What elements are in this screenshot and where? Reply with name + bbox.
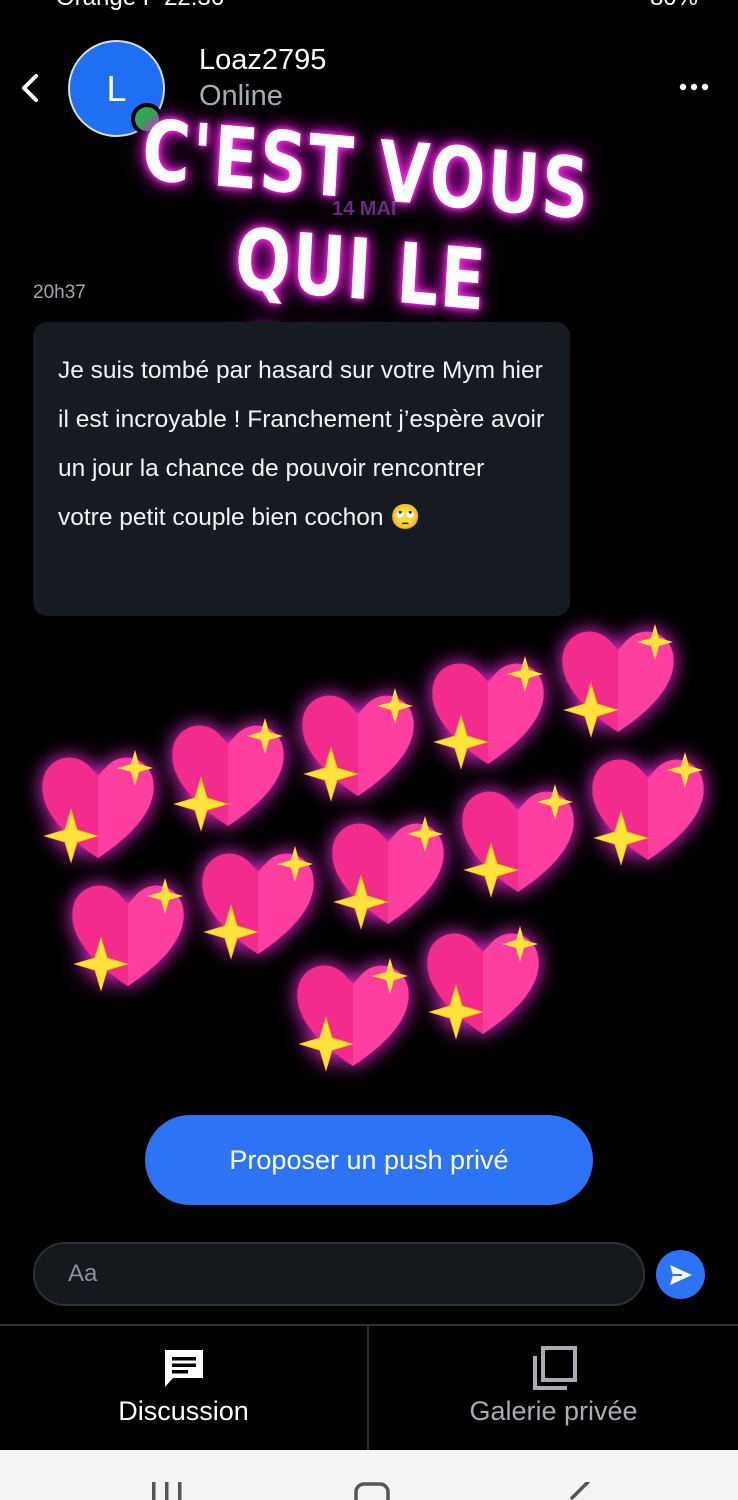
heart-sparkle-icon	[553, 614, 683, 744]
more-options-button[interactable]	[674, 72, 714, 102]
recent-apps-icon[interactable]	[150, 1482, 184, 1500]
heart-sparkle-icon	[33, 740, 163, 870]
heart-sparkle-icon	[293, 678, 423, 808]
online-indicator	[131, 103, 163, 135]
status-bar: Orange F 22:36 80%	[0, 0, 738, 14]
message-composer[interactable]	[33, 1242, 645, 1306]
system-navigation-bar	[0, 1450, 738, 1500]
propose-private-push-button[interactable]: Proposer un push privé	[145, 1115, 593, 1205]
back-nav-icon[interactable]	[566, 1482, 592, 1500]
back-button[interactable]	[10, 68, 50, 108]
message-input[interactable]	[35, 1244, 643, 1304]
avatar-initial: L	[106, 67, 127, 109]
heart-sparkle-icon	[63, 868, 193, 998]
heart-sparkle-icon	[453, 774, 583, 904]
heart-sparkle-icon	[423, 646, 553, 776]
date-separator: 14 MAI	[332, 198, 397, 220]
home-icon[interactable]	[354, 1482, 390, 1500]
heart-sparkle-icon	[163, 708, 293, 838]
tab-label-discussion: Discussion	[118, 1396, 249, 1426]
sparkling-hearts-sticker	[0, 600, 738, 1100]
tab-private-gallery[interactable]: Galerie privée	[369, 1326, 738, 1452]
tab-discussion[interactable]: Discussion	[0, 1326, 369, 1452]
contact-status: Online	[199, 80, 283, 112]
message-bubble[interactable]: Je suis tombé par hasard sur votre Mym h…	[33, 322, 570, 616]
send-button[interactable]	[656, 1250, 705, 1299]
chevron-left-icon	[22, 74, 38, 102]
status-battery: 80%	[650, 0, 698, 12]
heart-sparkle-icon	[288, 948, 418, 1078]
chat-icon	[164, 1350, 203, 1387]
send-icon	[669, 1264, 692, 1285]
message-text: Je suis tombé par hasard sur votre Mym h…	[58, 357, 545, 531]
message-timestamp: 20h37	[33, 282, 86, 303]
gallery-icon	[532, 1346, 577, 1390]
status-carrier-time: Orange F 22:36	[56, 0, 224, 12]
heart-sparkle-icon	[193, 836, 323, 966]
bottom-tab-bar: Discussion Galerie privée	[0, 1324, 738, 1452]
more-horizontal-icon	[679, 83, 709, 91]
tab-label-gallery: Galerie privée	[469, 1396, 638, 1426]
heart-sparkle-icon	[418, 916, 548, 1046]
heart-sparkle-icon	[583, 742, 713, 872]
contact-username[interactable]: Loaz2795	[199, 44, 326, 77]
